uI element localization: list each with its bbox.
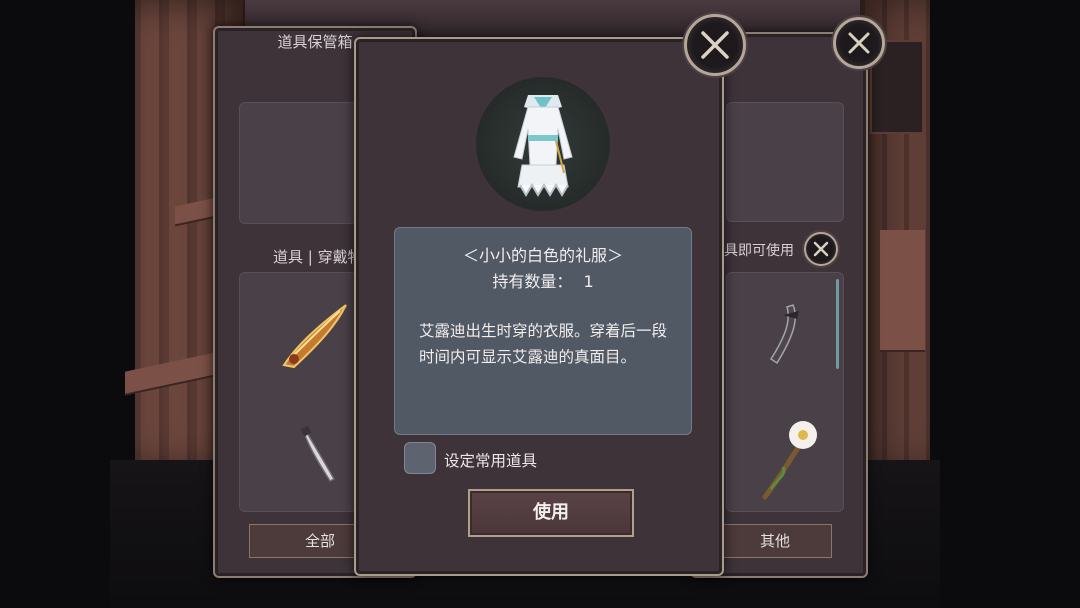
golden-sword-icon[interactable] — [276, 297, 356, 377]
favorite-item-label: 设定常用道具 — [444, 452, 538, 470]
item-grid — [239, 272, 371, 512]
wooden-door — [880, 230, 925, 350]
filter-other-button[interactable]: 其他 — [718, 524, 832, 558]
flower-staff-icon[interactable] — [757, 419, 823, 501]
close-icon[interactable] — [833, 17, 885, 69]
white-dress-icon — [513, 95, 573, 197]
use-hint-label: 具即可使用 — [724, 243, 794, 259]
use-button[interactable]: 使用 — [468, 489, 634, 537]
close-icon[interactable] — [684, 14, 746, 76]
item-description-box: ＜小小的白色的礼服＞ 持有数量： 1 艾露迪出生时穿的衣服。穿着后一段时间内可显… — [394, 227, 692, 435]
scrollbar[interactable] — [836, 279, 839, 369]
item-detail-dialog: ＜小小的白色的礼服＞ 持有数量： 1 艾露迪出生时穿的衣服。穿着后一段时间内可显… — [354, 37, 724, 576]
item-portrait — [476, 77, 610, 211]
favorite-item-checkbox[interactable] — [404, 442, 436, 474]
held-quantity-value: 1 — [583, 272, 594, 291]
close-icon[interactable] — [804, 232, 838, 266]
held-quantity: 持有数量： 1 — [395, 268, 691, 292]
item-name: ＜小小的白色的礼服＞ — [462, 246, 623, 265]
storage-info-box — [239, 102, 371, 224]
dark-blade-icon[interactable] — [763, 301, 807, 371]
held-quantity-label: 持有数量： — [492, 272, 573, 291]
inventory-info-box — [726, 102, 844, 222]
dagger-icon[interactable] — [296, 425, 346, 485]
inventory-grid — [726, 272, 844, 512]
item-description: 艾露迪出生时穿的衣服。穿着后一段时间内可显示艾露迪的真面目。 — [419, 322, 668, 366]
